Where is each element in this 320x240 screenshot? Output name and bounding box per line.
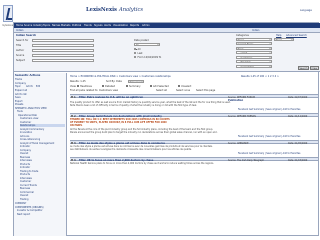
breadcrumb[interactable]: Home > ECONOMIC & POLITICAL RISK > Custo… xyxy=(70,75,171,78)
nav-item[interactable]: Industry xyxy=(33,24,43,27)
author-input[interactable] xyxy=(32,48,94,52)
search-title: Indian Search xyxy=(16,34,37,37)
advanced-search-link[interactable]: Advanced Search xyxy=(286,34,307,37)
title-input[interactable] xyxy=(32,43,94,47)
category-select-2[interactable]: Pages xyxy=(274,37,294,41)
search-for-input[interactable] xyxy=(32,38,94,42)
results-count: Results: 1-25 xyxy=(70,80,86,83)
view-option[interactable]: Headlines xyxy=(80,85,92,88)
brand-title: LexisNexis Analytics xyxy=(86,7,143,13)
pager[interactable]: Results 1-25 of 100 < 1 2 3 4 > xyxy=(241,75,279,78)
category-select[interactable]: --- Providers --- xyxy=(236,60,272,64)
filter-label: Find all pubs related to: Customers view xyxy=(70,89,119,92)
subnav-right[interactable]: Indian xyxy=(252,29,259,32)
nav-item[interactable]: Political xyxy=(72,24,81,27)
view-option[interactable]: Unselect xyxy=(181,85,191,88)
result-snippet: National Health Service plans to focus o… xyxy=(70,162,318,165)
nav-item[interactable]: Home xyxy=(16,24,23,27)
snippet-line: Panels announced the group build plan to… xyxy=(70,131,218,134)
brand-subtitle: Analytics xyxy=(118,7,144,13)
brand-name: LexisNexis xyxy=(86,7,117,13)
filter-option[interactable]: Select all xyxy=(156,89,167,92)
category-select[interactable]: --- select --- xyxy=(236,51,272,55)
app-frame: Home Source Industry Topics Names Market… xyxy=(13,22,320,236)
clear-button[interactable]: Clear xyxy=(310,66,319,70)
date-radio-all[interactable] xyxy=(134,47,137,51)
field-label: Author xyxy=(16,49,25,52)
category-select[interactable]: --- Customers --- xyxy=(236,55,272,59)
result-checkbox[interactable] xyxy=(71,95,74,98)
result-snippet: The quality product to offer as well sou… xyxy=(70,101,318,107)
nav-item[interactable]: Source xyxy=(24,24,32,27)
date-select[interactable]: All xyxy=(134,42,160,46)
view-option[interactable]: Detailed xyxy=(105,85,115,88)
tag-line: ON PANEL xyxy=(70,124,83,127)
radio-label: All xyxy=(137,47,141,51)
snippet-line: Les distributeurs du secteur soulignent … xyxy=(70,148,192,151)
left-panel-header: Semantic Actions xyxy=(15,74,41,77)
help-link[interactable]: Help xyxy=(276,34,281,37)
logo-icon xyxy=(3,5,13,22)
result-date: Date: 02/07/2009 xyxy=(288,95,308,99)
nav-item[interactable]: Topics xyxy=(43,24,50,27)
nav-item[interactable]: Alerts xyxy=(104,24,111,27)
result-header: 3 Title: La mode des stylos a plume est … xyxy=(70,140,318,145)
subnav-left[interactable]: Indian xyxy=(16,29,23,32)
view-label: View: xyxy=(70,84,77,88)
result-header: 2 Title: Group build Panels run declarat… xyxy=(70,113,318,118)
field-label: Title xyxy=(16,44,22,47)
nav-item[interactable]: Markets xyxy=(61,24,70,27)
result-actions[interactable]: Facebook Get Summary | Save original | A… xyxy=(238,152,300,155)
nav-item[interactable]: Admin xyxy=(142,24,150,27)
result-checkbox[interactable] xyxy=(71,158,74,161)
category-select[interactable]: Pages xyxy=(236,37,272,41)
left-section[interactable]: Topic xyxy=(15,85,21,88)
nav-item[interactable]: Trends xyxy=(84,24,92,27)
field-label: Subject xyxy=(16,59,25,62)
view-option[interactable]: Add Selected xyxy=(153,85,169,88)
result-actions[interactable]: Facebook Get Summary | Save original | A… xyxy=(238,135,300,138)
result-checkbox[interactable] xyxy=(71,114,74,117)
left-panel: Semantic Actions Tracks Company Topic Ad… xyxy=(14,73,67,236)
radio-label: Last xyxy=(137,51,143,55)
subject-input[interactable] xyxy=(32,58,94,62)
nav-item[interactable]: Visualization xyxy=(113,24,128,27)
language-link[interactable]: Language xyxy=(300,9,312,12)
date-radio-last[interactable] xyxy=(134,51,137,54)
nav-item[interactable]: Names xyxy=(52,24,60,27)
results-area: Home > ECONOMIC & POLITICAL RISK > Custo… xyxy=(68,73,320,236)
filter-option[interactable]: Select none xyxy=(176,89,190,92)
category-select[interactable]: --- Competitors --- xyxy=(236,64,272,68)
search-panel: Indian Search Search for Title Author So… xyxy=(14,33,320,72)
result-number: 1 xyxy=(74,95,76,99)
category-select[interactable]: News xyxy=(236,46,272,50)
nav-item[interactable]: Reports xyxy=(130,24,139,27)
date-range-text: From 10/04/2009 To xyxy=(137,55,162,59)
result-header: 4 Title: UK to focus on more than 2,000 … xyxy=(70,157,318,162)
view-option[interactable]: Summary xyxy=(129,85,141,88)
field-label: Search for xyxy=(16,39,29,42)
sort-label: Sort By: Date xyxy=(106,80,122,83)
date-radio-range[interactable] xyxy=(134,55,137,58)
result-snippet: Le mode des stylos a plume est arrivee d… xyxy=(70,145,318,151)
left-item[interactable]: Trading xyxy=(20,198,65,201)
source-input[interactable] xyxy=(32,53,94,57)
nav-item[interactable]: Signals xyxy=(94,24,103,27)
result-header: 1 Title: Pub's reviews to U.S. will be o… xyxy=(70,94,318,99)
left-section[interactable]: Edit xyxy=(36,85,40,88)
result-actions[interactable]: Facebook Get Summary | Save original | A… xyxy=(238,108,300,111)
filter-option[interactable]: Select this page xyxy=(196,89,215,92)
field-label: Source xyxy=(16,54,25,57)
left-section[interactable]: Add to xyxy=(26,85,33,88)
snippet-line: National Health Service plans to focus o… xyxy=(70,162,214,165)
left-footer-item[interactable]: Next report xyxy=(17,213,65,216)
snippet-line: Note there's been a lot of difficulty in… xyxy=(70,104,197,107)
category-select[interactable]: General Pages xyxy=(236,42,272,46)
result-tags: TENDER ON: TOLL ON 4 2: BEST INTERPRETS … xyxy=(70,118,318,127)
sort-select[interactable]: Relevance xyxy=(128,79,144,83)
result-title[interactable]: Title: Pub's reviews to U.S. will be on … xyxy=(79,96,209,99)
result-snippet: All the Panels at the core of the pivot … xyxy=(70,128,318,134)
result-checkbox[interactable] xyxy=(71,141,74,144)
search-button[interactable]: Search xyxy=(298,66,309,70)
